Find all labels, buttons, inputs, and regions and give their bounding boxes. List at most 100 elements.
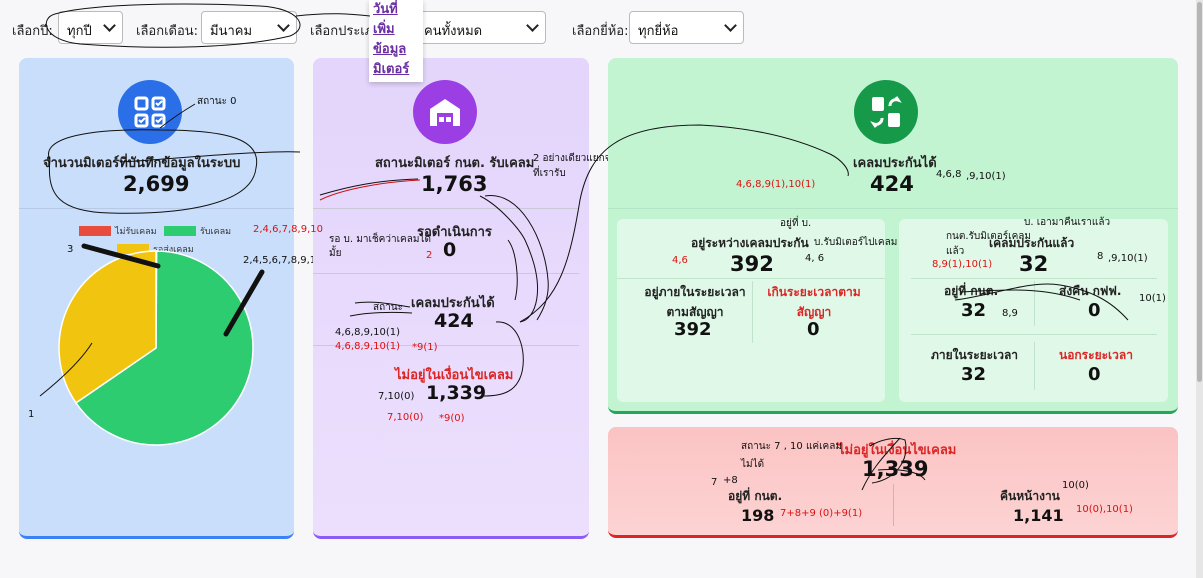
brand-select[interactable]: ทุกยี่ห้อ — [629, 11, 744, 44]
note: แล้ว — [946, 246, 965, 257]
not-claimable-card-value: 1,339 — [862, 457, 929, 481]
add-meter-date-menu[interactable]: วันที่ เพิ่ม ข้อมูล มิเตอร์ — [369, 0, 423, 82]
year-label: เลือกปี: — [12, 24, 53, 39]
note: 10(1) — [1139, 293, 1166, 304]
note: บ.รับมิเตอร์ไปเคลม — [814, 237, 898, 248]
note: มั้ย — [329, 248, 342, 259]
note: 7+8+9 (0)+9(1) — [780, 508, 863, 519]
out-period-label: นอกระยะเวลา — [1059, 348, 1133, 362]
chevron-down-icon — [526, 19, 539, 32]
note: 7 — [711, 477, 718, 488]
note: ที่เรารับ — [533, 168, 566, 179]
claimable-value: 424 — [434, 310, 474, 332]
returned-pea-label: ส่งคืน กฟฟ. — [1059, 284, 1122, 298]
note: 2 — [426, 250, 433, 261]
note: สถานะ 7 , 10 แค่เคลม — [741, 441, 842, 452]
filter-bar: เลือกปี: ทุกปี เลือกเดือน: มีนาคม เลือกป… — [0, 0, 1203, 58]
meter-total-card: จำนวนมิเตอร์ที่บันทึกข้อมูลในระบบ 2,699 … — [19, 58, 323, 539]
pending-value: 0 — [443, 239, 457, 261]
claimed-value: 32 — [1019, 252, 1049, 276]
claim-status-title: สถานะมิเตอร์ กนต. รับเคลม — [375, 156, 535, 171]
note: 8,9 — [1002, 308, 1018, 319]
menu-line[interactable]: มิเตอร์ — [373, 60, 419, 80]
divider — [893, 484, 894, 526]
over-contract-value: 0 — [807, 319, 820, 340]
claimable-main-value: 424 — [870, 172, 914, 196]
scrollbar-thumb[interactable] — [1197, 2, 1202, 382]
return-site-value: 1,141 — [1013, 506, 1064, 525]
note: บ. เอามาคืนเราแล้ว — [1024, 217, 1111, 228]
type-select-value: คนทั้งหมด — [424, 24, 483, 39]
month-select-value: มีนาคม — [210, 24, 253, 39]
note: สถานะ — [373, 302, 403, 313]
pie-chart — [58, 250, 254, 446]
chevron-down-icon — [103, 19, 116, 32]
in-claim-title: อยู่ระหว่างเคลมประกัน — [691, 236, 809, 250]
in-period-label: ภายในระยะเวลา — [931, 348, 1019, 362]
not-claimable-card: ไม่อยู่ในเงื่อนไขเคลม 1,339 อยู่ที่ กนต.… — [608, 427, 1178, 538]
note: 4,6 — [672, 255, 688, 266]
claimed-panel: เคลมประกันแล้ว 32 อยู่ที่ กนต. 32 ส่งคืน… — [899, 219, 1168, 402]
note: 10(0) — [1062, 480, 1089, 491]
note: 4,6,8,9,10(1) — [335, 341, 401, 352]
note: ไม่ได้ — [741, 459, 765, 470]
note: ,9,10(1) — [966, 171, 1006, 182]
menu-line[interactable]: ข้อมูล — [373, 40, 419, 60]
note: 8 — [1097, 251, 1104, 262]
in-claim-value: 392 — [730, 252, 774, 276]
note: 4,6,8,9(1),10(1) — [736, 179, 816, 190]
divider — [911, 278, 1157, 279]
note: +8 — [723, 475, 738, 486]
note: *9(1) — [412, 342, 438, 353]
divider — [752, 281, 753, 343]
divider — [911, 334, 1157, 335]
divider — [608, 208, 1178, 209]
return-site-label: คืนหน้างาน — [1000, 489, 1060, 503]
note: 4,6,8 — [936, 169, 962, 180]
at-knt-value-2: 198 — [741, 506, 775, 525]
at-knt-label: อยู่ที่ กนต. — [944, 284, 999, 298]
over-contract-label: เกินระยะเวลาตามสัญญา — [767, 285, 861, 319]
scrollbar[interactable] — [1196, 0, 1203, 578]
warehouse-icon — [413, 80, 477, 144]
note: 4, 6 — [805, 253, 825, 264]
note: 3 — [67, 244, 74, 255]
month-select[interactable]: มีนาคม — [201, 11, 297, 44]
at-knt-label-2: อยู่ที่ กนต. — [728, 489, 783, 503]
claimable-title: เคลมประกันได้ — [853, 156, 937, 171]
divider — [313, 208, 579, 209]
out-period-value: 0 — [1088, 364, 1101, 385]
note: 7,10(0) — [387, 412, 424, 423]
menu-line[interactable]: วันที่ — [373, 0, 419, 20]
note: 8,9(1),10(1) — [932, 259, 993, 270]
month-label: เลือกเดือน: — [136, 24, 199, 39]
chevron-down-icon — [724, 19, 737, 32]
claim-status-card: สถานะมิเตอร์ กนต. รับเคลม 1,763 รอดำเนิน… — [253, 58, 635, 539]
note: สถานะ 0 — [197, 96, 237, 107]
brand-select-value: ทุกยี่ห้อ — [638, 24, 679, 39]
note: 2,4,5,6,7,8,9,10 — [243, 255, 323, 266]
divider — [1034, 342, 1035, 390]
within-contract-value: 392 — [674, 319, 712, 340]
at-knt-value: 32 — [961, 300, 987, 321]
claim-status-value: 1,763 — [421, 172, 488, 196]
note: ,9,10(1) — [1108, 253, 1148, 264]
type-label: เลือกประเภ — [310, 24, 374, 39]
brand-label: เลือกยี่ห้อ: — [572, 24, 629, 39]
note: อยู่ที่ บ. — [780, 218, 812, 229]
note: 10(0),10(1) — [1076, 504, 1133, 515]
divider — [313, 273, 579, 274]
chevron-down-icon — [277, 19, 290, 32]
not-claimable-value: 1,339 — [426, 382, 487, 404]
returned-pea-value: 0 — [1088, 300, 1101, 321]
year-select-value: ทุกปี — [67, 24, 92, 39]
note: *9(0) — [439, 413, 465, 424]
within-contract-label: อยู่ภายในระยะเวลาตามสัญญา — [644, 285, 746, 319]
in-period-value: 32 — [961, 364, 987, 385]
divider — [617, 278, 885, 279]
note: 2,4,6,7,8,9,10 — [253, 224, 323, 235]
menu-line[interactable]: เพิ่ม — [373, 20, 419, 40]
year-select[interactable]: ทุกปี — [58, 11, 123, 44]
note: รอ บ. มาเช็คว่าเคลมได้ — [329, 234, 431, 245]
type-select[interactable]: คนทั้งหมด — [415, 11, 546, 44]
